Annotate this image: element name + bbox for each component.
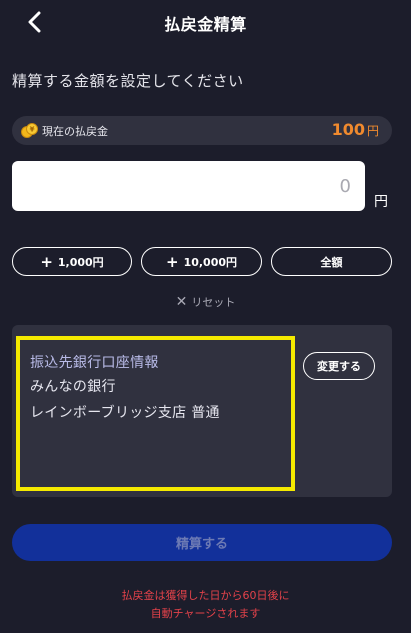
add-1000-label: 1,000円	[57, 255, 104, 269]
header: 払戻金精算	[0, 0, 411, 44]
instruction-text: 精算する金額を設定してください	[12, 72, 244, 90]
plus-icon: +	[40, 252, 53, 271]
plus-icon: +	[165, 252, 179, 271]
add-1000-button[interactable]: + 1,000円	[12, 247, 132, 276]
add-10000-label: 10,000円	[183, 255, 238, 269]
page-title: 払戻金精算	[164, 15, 247, 34]
current-balance-bar: ¥ 現在の払戻金 100 円	[12, 116, 392, 145]
coin-bag-icon: ¥	[21, 123, 38, 138]
bank-account-card: 振込先銀行口座情報 みんなの銀行 レインボーブリッジ支店 普通 変更する	[12, 325, 392, 497]
notice-line-1: 払戻金は獲得した日から60日後に	[121, 589, 290, 602]
settle-button[interactable]: 精算する	[12, 524, 392, 561]
balance-label: 現在の払戻金	[42, 125, 108, 138]
amount-unit-label: 円	[374, 194, 388, 210]
svg-text:¥: ¥	[30, 126, 35, 134]
bank-info-heading: 振込先銀行口座情報	[30, 355, 159, 371]
notice-line-2: 自動チャージされます	[150, 607, 261, 620]
all-amount-button[interactable]: 全額	[271, 247, 392, 276]
bank-name: みんなの銀行	[30, 379, 116, 395]
balance-value: 100 円	[331, 120, 379, 139]
all-amount-label: 全額	[320, 255, 343, 269]
change-bank-button[interactable]: 変更する	[303, 352, 375, 380]
close-icon: ✕	[175, 294, 188, 310]
bank-branch: レインボーブリッジ支店 普通	[30, 405, 220, 421]
reset-button[interactable]: ✕ リセット	[0, 294, 411, 310]
amount-input[interactable]	[12, 161, 365, 211]
reset-label: リセット	[191, 296, 236, 309]
add-10000-button[interactable]: + 10,000円	[141, 247, 262, 276]
